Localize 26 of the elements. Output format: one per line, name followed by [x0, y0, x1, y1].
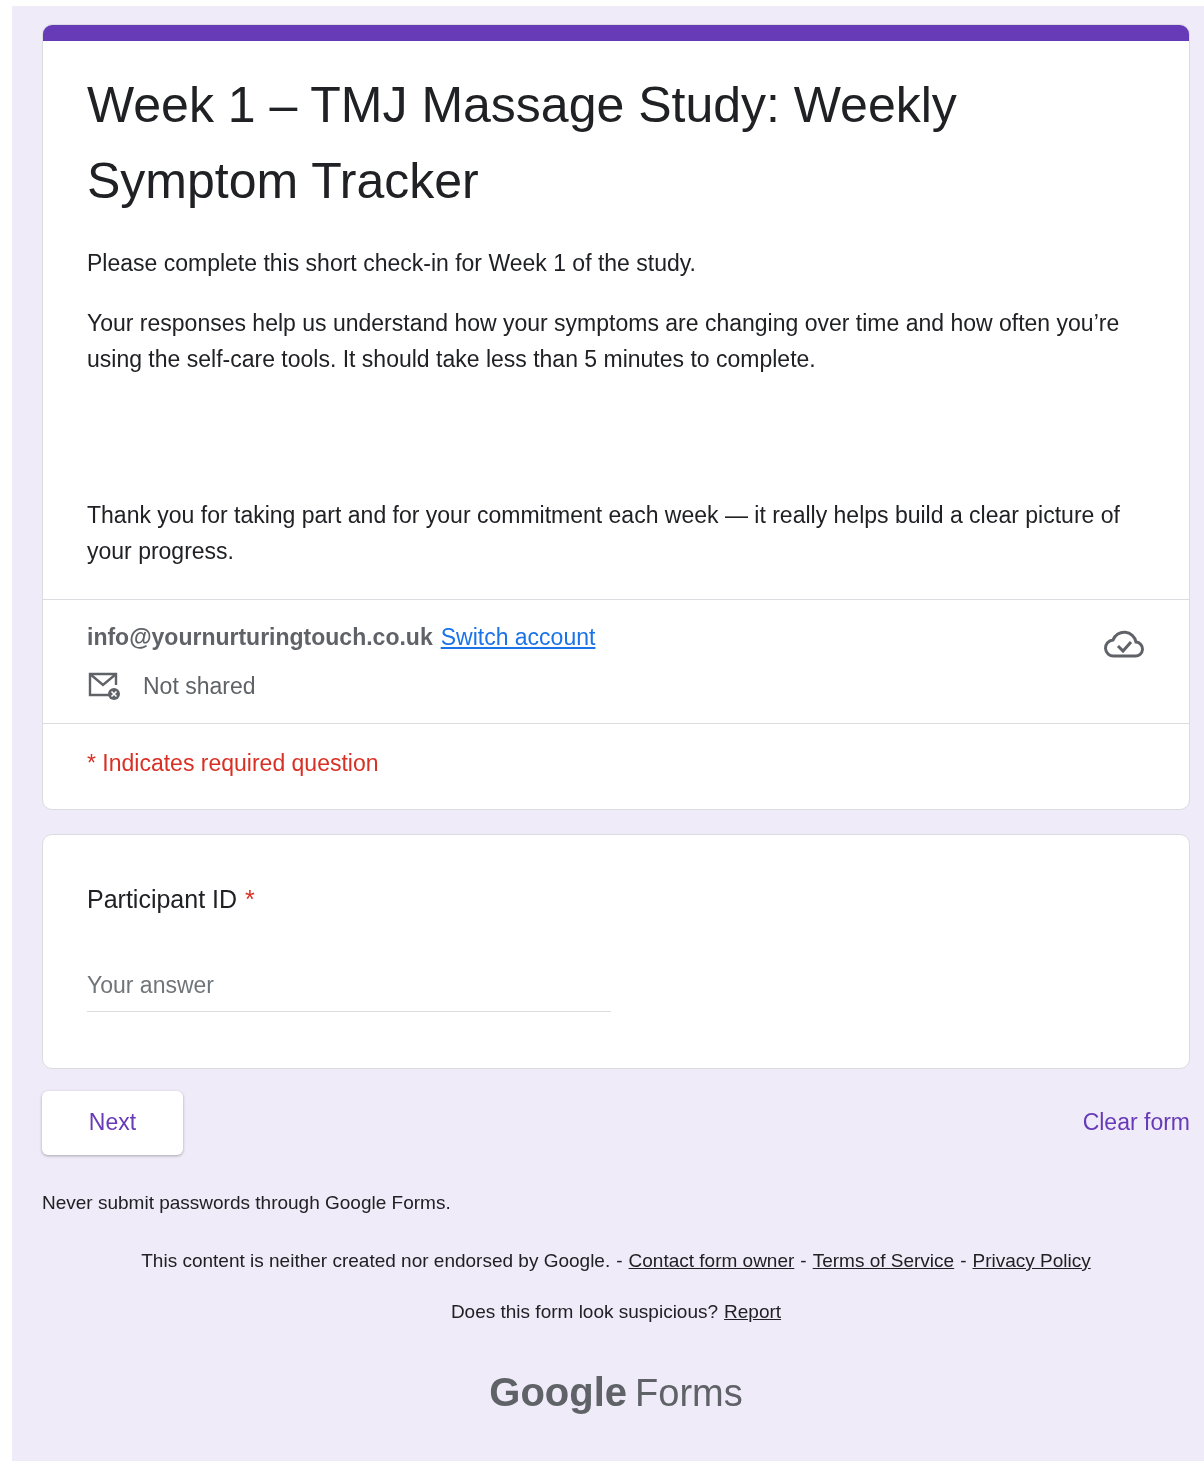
disclaimer-text: This content is neither created nor endorsed by Google.: [141, 1249, 611, 1273]
description-paragraph: Thank you for taking part and for your commitment each week — it really helps build a clear picture of your progress.: [87, 501, 1121, 566]
footer-link[interactable]: Privacy Policy: [972, 1247, 1091, 1276]
required-asterisk: *: [245, 883, 255, 915]
suspicious-text: Does this form look suspicious?: [450, 1299, 719, 1324]
switch-account-link[interactable]: Switch account: [440, 620, 596, 655]
clear-form-button[interactable]: Clear form: [1082, 1105, 1190, 1140]
sharing-status: Not shared: [143, 671, 256, 701]
account-email: info@yournurturingtouch.co.uk: [87, 623, 433, 652]
description-paragraph: Please complete this short check-in for Week 1 of the study.: [87, 249, 697, 278]
google-logo: Google: [489, 1369, 628, 1416]
separator: -: [960, 1249, 967, 1273]
separator: -: [616, 1249, 623, 1273]
question-label: Participant ID: [87, 883, 238, 915]
mail-blocked-icon: [87, 670, 123, 701]
report-link[interactable]: Report: [724, 1297, 782, 1326]
forms-wordmark: Forms: [635, 1371, 743, 1416]
footer-link[interactable]: Terms of Service: [812, 1247, 955, 1276]
separator: -: [800, 1249, 807, 1273]
required-note: * Indicates required question: [87, 750, 379, 776]
password-warning: Never submit passwords through Google Forms.: [42, 1190, 452, 1215]
answer-field[interactable]: Your answer: [87, 968, 611, 1012]
form-title: Week 1 – TMJ Massage Study: Weekly Symptom Tracker: [87, 76, 958, 211]
next-button[interactable]: Next: [42, 1090, 183, 1155]
description-paragraph: Your responses help us understand how your symptoms are changing over time and how often you’re using the self-care tools. It should take less than 5 minutes to complete.: [87, 309, 1121, 374]
footer-link[interactable]: Contact form owner: [628, 1247, 795, 1276]
